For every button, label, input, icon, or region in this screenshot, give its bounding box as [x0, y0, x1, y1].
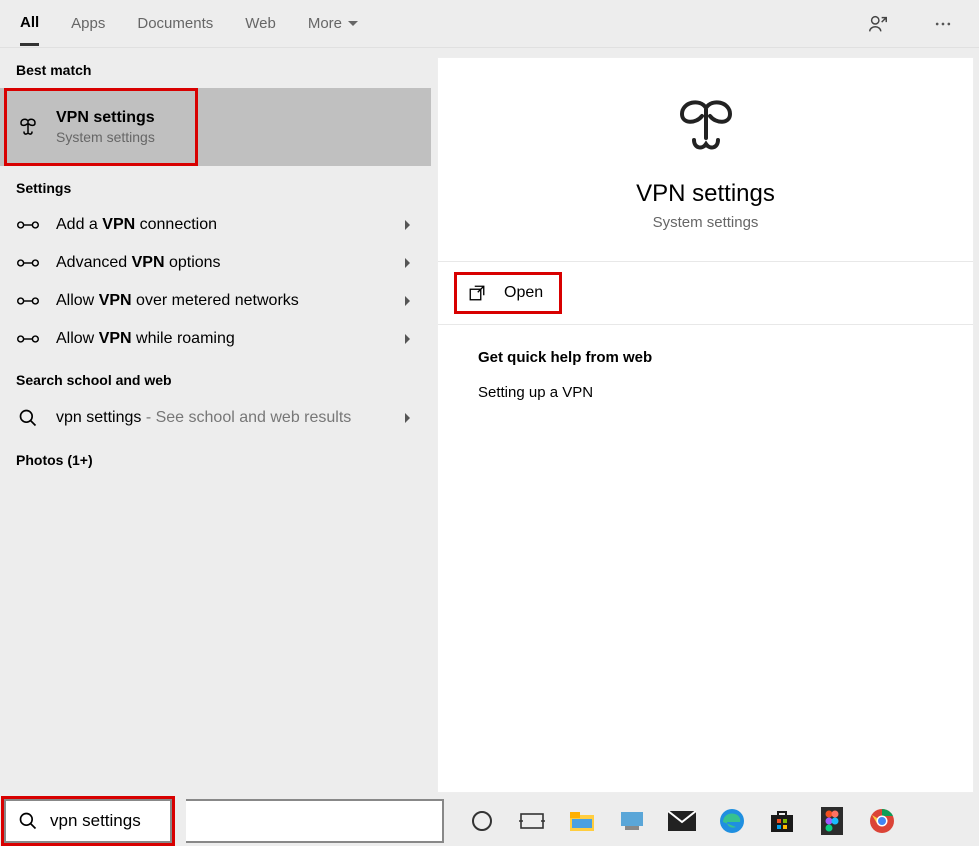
open-icon [468, 284, 486, 302]
search-icon [18, 811, 38, 831]
tab-apps[interactable]: Apps [71, 3, 105, 44]
result-allow-vpn-metered[interactable]: Allow VPN over metered networks [0, 282, 431, 320]
feedback-icon[interactable] [861, 7, 895, 41]
chevron-right-icon [405, 331, 415, 347]
help-header: Get quick help from web [478, 349, 933, 366]
result-web-search[interactable]: vpn settings - See school and web result… [0, 398, 431, 438]
mail-icon[interactable] [668, 807, 696, 835]
section-best-match: Best match [0, 48, 431, 88]
result-allow-vpn-roaming[interactable]: Allow VPN while roaming [0, 320, 431, 358]
result-title: vpn settings - See school and web result… [56, 409, 389, 427]
tab-all[interactable]: All [20, 2, 39, 46]
result-subtitle: System settings [56, 129, 415, 145]
cortana-icon[interactable] [468, 807, 496, 835]
vpn-icon [16, 114, 40, 140]
tab-more[interactable]: More [308, 3, 358, 44]
result-add-vpn-connection[interactable]: Add a VPN connection [0, 206, 431, 244]
results-panel: Best match VPN settings System settings … [0, 48, 432, 796]
search-tabs: All Apps Documents Web More [0, 0, 979, 48]
figma-icon[interactable] [818, 807, 846, 835]
search-icon [16, 408, 40, 428]
result-title: VPN settings [56, 109, 415, 127]
search-box[interactable] [4, 799, 172, 843]
result-vpn-settings[interactable]: VPN settings System settings [0, 88, 431, 166]
chrome-icon[interactable] [868, 807, 896, 835]
chevron-right-icon [405, 255, 415, 271]
result-title: Add a VPN connection [56, 216, 389, 234]
chevron-right-icon [405, 410, 415, 426]
section-school-web: Search school and web [0, 358, 431, 398]
file-explorer-icon[interactable] [568, 807, 596, 835]
result-title: Advanced VPN options [56, 254, 389, 272]
chevron-right-icon [405, 293, 415, 309]
taskbar [0, 796, 979, 846]
section-photos[interactable]: Photos (1+) [0, 438, 431, 478]
result-advanced-vpn-options[interactable]: Advanced VPN options [0, 244, 431, 282]
section-settings: Settings [0, 166, 431, 206]
help-link-setup-vpn[interactable]: Setting up a VPN [478, 384, 933, 401]
vpn-icon [16, 255, 40, 271]
app-icon[interactable] [618, 807, 646, 835]
chevron-right-icon [405, 217, 415, 233]
store-icon[interactable] [768, 807, 796, 835]
result-title: Allow VPN over metered networks [56, 292, 389, 310]
edge-icon[interactable] [718, 807, 746, 835]
vpn-icon [16, 293, 40, 309]
tab-documents[interactable]: Documents [137, 3, 213, 44]
open-label: Open [504, 284, 543, 302]
vpn-icon [16, 217, 40, 233]
vpn-icon [670, 98, 742, 156]
tab-web[interactable]: Web [245, 3, 276, 44]
preview-title: VPN settings [636, 180, 775, 208]
result-title: Allow VPN while roaming [56, 330, 389, 348]
task-view-icon[interactable] [518, 807, 546, 835]
more-options-icon[interactable] [927, 8, 959, 40]
preview-panel: VPN settings System settings Open Get qu… [438, 58, 973, 792]
chevron-down-icon [348, 15, 358, 32]
vpn-icon [16, 331, 40, 347]
open-button[interactable]: Open [454, 272, 562, 314]
preview-subtitle: System settings [653, 214, 759, 231]
